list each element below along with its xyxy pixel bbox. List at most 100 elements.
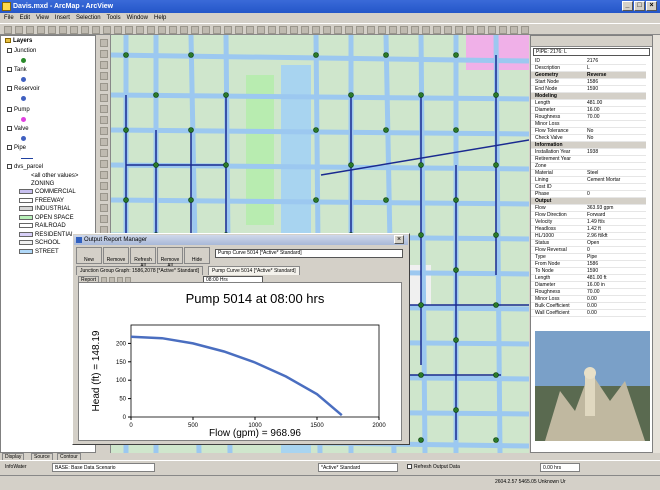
toolbar-tool-icon[interactable] [59, 26, 67, 34]
props-row[interactable]: Check Valve No [531, 135, 646, 142]
vertical-tool-icon[interactable] [100, 204, 108, 212]
toolbar-tool-icon[interactable] [70, 26, 78, 34]
toolbar-tool-icon[interactable] [136, 26, 144, 34]
toolbar-tool-icon[interactable] [510, 26, 518, 34]
props-row[interactable]: End Node 1590 [531, 86, 646, 93]
toolbar-tool-icon[interactable] [114, 26, 122, 34]
toolbar-tool-icon[interactable] [466, 26, 474, 34]
junction-node[interactable] [348, 92, 354, 98]
junction-node[interactable] [188, 127, 194, 133]
toolbar-tool-icon[interactable] [81, 26, 89, 34]
junction-node[interactable] [223, 162, 229, 168]
junction-node[interactable] [453, 197, 459, 203]
vertical-tool-icon[interactable] [100, 138, 108, 146]
toolbar-tool-icon[interactable] [268, 26, 276, 34]
vertical-tool-icon[interactable] [100, 116, 108, 124]
junction-node[interactable] [383, 127, 389, 133]
toolbar-tool-icon[interactable] [224, 26, 232, 34]
junction-node[interactable] [188, 197, 194, 203]
junction-node[interactable] [418, 437, 424, 443]
toolbar-tool-icon[interactable] [15, 26, 23, 34]
junction-node[interactable] [123, 52, 129, 58]
infowater-menu[interactable]: InfoWater [3, 463, 48, 472]
toolbar-tool-icon[interactable] [290, 26, 298, 34]
toolbar-tool-icon[interactable] [400, 26, 408, 34]
toolbar-tool-icon[interactable] [37, 26, 45, 34]
vertical-tool-icon[interactable] [100, 171, 108, 179]
toolbar-tool-icon[interactable] [213, 26, 221, 34]
toolbar-tool-icon[interactable] [345, 26, 353, 34]
toolbar-tool-icon[interactable] [433, 26, 441, 34]
junction-node[interactable] [313, 52, 319, 58]
report-selector-combo[interactable]: Pump Curve 5014 [*Active* Standard] [215, 249, 403, 258]
layer-visibility-checkbox[interactable] [7, 145, 12, 150]
props-element-combo[interactable]: PIPE: 2176: L [533, 48, 650, 56]
junction-node[interactable] [493, 92, 499, 98]
toc-layer-pipe[interactable]: Pipe [7, 145, 26, 153]
toc-layers-header[interactable]: Layers [5, 38, 32, 46]
toolbar-tool-icon[interactable] [26, 26, 34, 34]
scenario-combo[interactable]: BASE: Base Data Scenario [52, 463, 155, 472]
toolbar-tool-icon[interactable] [312, 26, 320, 34]
toolbar-tool-icon[interactable] [180, 26, 188, 34]
junction-node[interactable] [153, 92, 159, 98]
refresh-output-checkbox[interactable]: Refresh Output Data [405, 463, 475, 472]
props-section-header[interactable]: Output [531, 198, 646, 205]
orm-close-button[interactable]: × [394, 235, 404, 244]
props-section-header[interactable]: Information [531, 142, 646, 149]
vertical-tool-icon[interactable] [100, 127, 108, 135]
toc-layer-reservoir[interactable]: Reservoir [7, 86, 40, 94]
toc-layer-tank[interactable]: Tank [7, 67, 27, 75]
props-row[interactable]: Length 481.00 [531, 100, 646, 107]
props-row[interactable]: Headloss 1.42 ft [531, 226, 646, 233]
props-row[interactable]: Bulk Coefficient 0.00 [531, 303, 646, 310]
props-row[interactable]: Wall Coefficient 0.00 [531, 310, 646, 317]
props-row[interactable]: From Node 1586 [531, 261, 646, 268]
toolbar-tool-icon[interactable] [125, 26, 133, 34]
toolbar-tool-icon[interactable] [488, 26, 496, 34]
tab-pump-curve[interactable]: Pump Curve 5014 [*Active* Standard] [208, 266, 300, 275]
junction-node[interactable] [418, 302, 424, 308]
orm-hide-button[interactable]: Hide [184, 247, 210, 264]
props-row[interactable]: Status Open [531, 240, 646, 247]
toolbar-tool-icon[interactable] [455, 26, 463, 34]
props-row[interactable]: Type Pipe [531, 254, 646, 261]
junction-node[interactable] [493, 372, 499, 378]
junction-node[interactable] [453, 407, 459, 413]
toolbar-tool-icon[interactable] [48, 26, 56, 34]
vertical-tool-icon[interactable] [100, 39, 108, 47]
orm-remove-button[interactable]: Remove [103, 247, 129, 264]
props-row[interactable]: Velocity 1.49 ft/s [531, 219, 646, 226]
junction-node[interactable] [188, 52, 194, 58]
layer-visibility-checkbox[interactable] [7, 164, 12, 169]
junction-node[interactable] [453, 337, 459, 343]
junction-node[interactable] [418, 372, 424, 378]
junction-node[interactable] [348, 162, 354, 168]
props-row[interactable]: Diameter 16.00 [531, 107, 646, 114]
toolbar-tool-icon[interactable] [378, 26, 386, 34]
menu-item-file[interactable]: File [4, 15, 14, 23]
props-row[interactable]: Diameter 16.00 in [531, 282, 646, 289]
junction-node[interactable] [493, 437, 499, 443]
vertical-tool-icon[interactable] [100, 215, 108, 223]
toc-layer-dvs_parcel[interactable]: dvs_parcel [7, 164, 43, 172]
vertical-tool-icon[interactable] [100, 160, 108, 168]
toolbar-tool-icon[interactable] [356, 26, 364, 34]
toolbar-tool-icon[interactable] [389, 26, 397, 34]
vertical-tool-icon[interactable] [100, 149, 108, 157]
junction-node[interactable] [418, 162, 424, 168]
menu-item-window[interactable]: Window [127, 15, 148, 23]
junction-node[interactable] [223, 92, 229, 98]
props-row[interactable]: Phase 0 [531, 191, 646, 198]
props-scrollbar[interactable] [653, 35, 660, 453]
toolbar-tool-icon[interactable] [499, 26, 507, 34]
toc-layer-valve[interactable]: Valve [7, 126, 29, 134]
toolbar-tool-icon[interactable] [477, 26, 485, 34]
toolbar-tool-icon[interactable] [4, 26, 12, 34]
props-row[interactable]: Lining Cement Mortar [531, 177, 646, 184]
props-section-header[interactable]: Geometry Reverse [531, 72, 646, 79]
layer-visibility-checkbox[interactable] [7, 86, 12, 91]
props-row[interactable]: Installation Year 1938 [531, 149, 646, 156]
junction-node[interactable] [453, 52, 459, 58]
junction-node[interactable] [418, 92, 424, 98]
